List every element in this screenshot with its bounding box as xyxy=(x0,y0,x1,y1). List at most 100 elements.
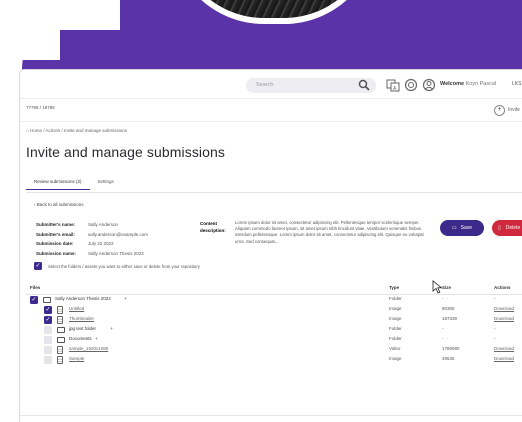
chevron-left-icon: ‹ xyxy=(34,202,36,207)
search-input[interactable]: Search xyxy=(246,78,376,93)
info-value: Sally Anderson xyxy=(88,222,119,228)
table-header: Files Type Size Actions xyxy=(26,282,522,295)
select-all-checkbox[interactable]: ✓ xyxy=(34,262,42,270)
file-icon xyxy=(57,316,63,324)
action-empty: - xyxy=(494,296,496,301)
download-link[interactable]: Download xyxy=(494,306,514,311)
table-row[interactable]: sample_1920x1080 Video 1780990 Download xyxy=(26,345,522,355)
card-bottom-line xyxy=(20,415,522,416)
app-window: Search A Welcome Koyn Pascal LKS 77798 /… xyxy=(20,70,522,422)
file-size: 187339 xyxy=(442,316,458,321)
save-label: Save xyxy=(460,225,473,231)
breadcrumb[interactable]: ⌂ Home / Actions / Invite and manage sub… xyxy=(26,128,127,133)
info-key: Submission date: xyxy=(36,241,74,247)
row-checkbox[interactable] xyxy=(44,346,52,354)
info-value: sally.anderson@example.com xyxy=(88,231,149,237)
files-table: Files Type Size Actions ✓ Sally Anderson … xyxy=(26,282,522,365)
id-label: 77798 / 16786 xyxy=(26,105,55,110)
expand-plus-icon[interactable]: + xyxy=(95,336,98,341)
plus-icon: + xyxy=(494,104,505,116)
invite-label: Invite xyxy=(508,107,520,113)
translate-icon[interactable]: A xyxy=(386,78,400,92)
page-title: Invite and manage submissions xyxy=(26,144,226,160)
download-link[interactable]: Download xyxy=(494,316,514,321)
header-type: Type xyxy=(389,285,400,290)
file-type: Folder xyxy=(389,296,402,301)
file-icon xyxy=(57,356,63,364)
trash-icon: ▯ xyxy=(498,225,501,231)
file-type: Folder xyxy=(389,326,402,331)
folder-icon xyxy=(43,297,51,303)
selection-hint: ✓ Select the folders / assets you want t… xyxy=(34,262,200,270)
table-row[interactable]: ✓ Untitled Image 80305 Download xyxy=(26,305,522,315)
content-description: Lorem ipsum dolor sit amet, consectetur … xyxy=(235,220,424,244)
row-checkbox[interactable] xyxy=(44,356,52,364)
file-size: 1780990 xyxy=(442,346,460,351)
file-size: - xyxy=(442,336,444,341)
row-checkbox[interactable] xyxy=(44,326,52,334)
action-empty: - xyxy=(494,336,496,341)
folder-icon xyxy=(57,327,65,333)
info-value: Sally Anderson Thesis 2022 xyxy=(88,250,144,256)
expand-plus-icon[interactable]: + xyxy=(110,326,113,331)
file-type: Image xyxy=(389,356,402,361)
file-icon xyxy=(57,346,63,354)
file-name[interactable]: Thumbnailer xyxy=(69,316,94,321)
row-checkbox[interactable]: ✓ xyxy=(30,296,38,304)
search-icon[interactable] xyxy=(358,79,370,91)
user-icon[interactable] xyxy=(422,78,436,92)
action-empty: - xyxy=(494,326,496,331)
tab-settings[interactable]: Settings xyxy=(90,179,122,190)
info-value: July 22 2022 xyxy=(88,241,114,247)
submission-info: Submitter's name: Sally Anderson Submitte… xyxy=(36,220,148,258)
top-bar: Search A Welcome Koyn Pascal LKS xyxy=(20,70,522,99)
file-name[interactable]: Documents xyxy=(69,336,92,341)
download-link[interactable]: Download xyxy=(494,346,514,351)
file-name[interactable]: Sally Anderson Thesis 2022 xyxy=(55,296,111,301)
file-type: Image xyxy=(389,306,402,311)
delete-label: Delete xyxy=(505,225,521,231)
file-icon xyxy=(57,306,63,314)
table-row[interactable]: Sample Image 49535 Download xyxy=(26,355,522,365)
file-size: 80305 xyxy=(442,306,455,311)
file-size: 49535 xyxy=(442,356,455,361)
file-name[interactable]: jpg test folder xyxy=(69,326,96,331)
table-row[interactable]: Documents + Folder - - xyxy=(26,335,522,345)
row-checkbox[interactable]: ✓ xyxy=(44,316,52,324)
table-body: ✓ Sally Anderson Thesis 2022 + Folder - - ✓ Unt… xyxy=(26,295,522,365)
tabs-divider xyxy=(26,192,522,193)
save-icon: ▭ xyxy=(451,225,457,231)
invite-button[interactable]: + Invite xyxy=(494,103,520,117)
help-icon[interactable] xyxy=(404,78,418,92)
save-button[interactable]: ▭ Save xyxy=(440,220,484,236)
info-key: Submitter's name: xyxy=(36,222,76,228)
back-link[interactable]: ‹ Back to all submissions xyxy=(34,202,84,207)
info-key: Submitter's email: xyxy=(36,231,75,237)
file-size: - xyxy=(442,296,444,301)
file-name[interactable]: Sample xyxy=(69,356,84,361)
tabs: Review submissions (2) Settings xyxy=(26,179,122,190)
file-size: - xyxy=(442,326,444,331)
table-row[interactable]: ✓ Thumbnailer Image 187339 Download xyxy=(26,315,522,325)
sub-bar: 77798 / 16786 + Invite xyxy=(20,99,522,122)
file-name[interactable]: Untitled xyxy=(69,306,84,311)
folder-icon xyxy=(57,337,65,343)
download-link[interactable]: Download xyxy=(494,356,514,361)
table-row[interactable]: ✓ Sally Anderson Thesis 2022 + Folder - - xyxy=(26,295,522,305)
tab-review-submissions[interactable]: Review submissions (2) xyxy=(26,179,90,190)
expand-plus-icon[interactable]: + xyxy=(124,296,127,301)
file-type: Image xyxy=(389,316,402,321)
table-row[interactable]: jpg test folder + Folder - - xyxy=(26,325,522,335)
hint-text: Select the folders / assets you want to … xyxy=(48,263,200,269)
header-files: Files xyxy=(30,285,41,290)
file-name[interactable]: sample_1920x1080 xyxy=(69,346,108,351)
file-type: Video xyxy=(389,346,401,351)
delete-button[interactable]: ▯ Delete xyxy=(492,220,522,236)
welcome-text: Welcome Koyn Pascal xyxy=(440,81,497,87)
row-checkbox[interactable] xyxy=(44,336,52,344)
file-type: Folder xyxy=(389,336,402,341)
locale-label[interactable]: LKS xyxy=(512,81,521,87)
mouse-cursor xyxy=(432,280,443,294)
row-checkbox[interactable]: ✓ xyxy=(44,306,52,314)
info-key: Submission name: xyxy=(36,250,77,256)
